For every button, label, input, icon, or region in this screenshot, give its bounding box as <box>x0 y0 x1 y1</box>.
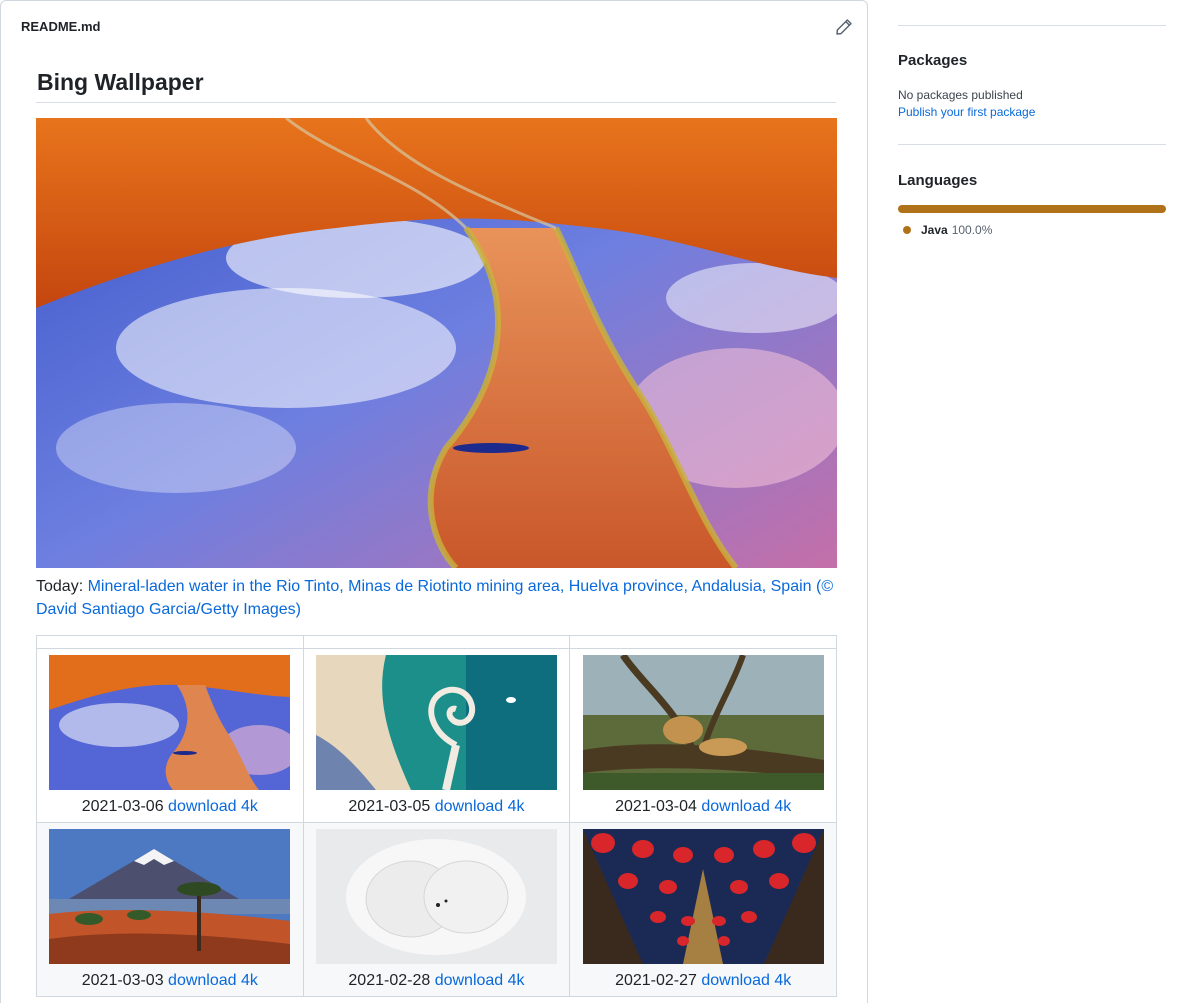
wallpaper-cell: 2021-02-28 download 4k <box>302 822 571 997</box>
title-divider <box>36 102 836 103</box>
table-header-cell <box>36 635 304 649</box>
wallpaper-thumbnail[interactable] <box>315 829 557 964</box>
table-header-cell <box>569 635 837 649</box>
language-item-java[interactable]: Java 100.0% <box>903 223 992 237</box>
download-4k-link[interactable]: download 4k <box>435 972 525 989</box>
caption-link[interactable]: Mineral-laden water in the Rio Tinto, Mi… <box>36 578 833 618</box>
sidebar-divider <box>898 144 1166 145</box>
wallpaper-date: 2021-03-03 <box>81 972 169 989</box>
wallpaper-cell: 2021-03-04 download 4k <box>569 648 837 823</box>
wallpaper-table: 2021-03-06 download 4k 2021-03-05 downlo… <box>36 635 837 997</box>
wallpaper-caption: Today: Mineral-laden water in the Rio Ti… <box>36 575 836 621</box>
table-row: 2021-03-06 download 4k 2021-03-05 downlo… <box>36 648 837 823</box>
packages-heading[interactable]: Packages <box>898 52 967 69</box>
publish-package-link[interactable]: Publish your first package <box>898 105 1035 119</box>
language-name: Java <box>921 223 948 237</box>
wallpaper-thumbnail[interactable] <box>49 655 291 790</box>
download-4k-link[interactable]: download 4k <box>701 798 791 815</box>
packages-empty-text: No packages published <box>898 88 1023 102</box>
download-4k-link[interactable]: download 4k <box>168 972 258 989</box>
wallpaper-date: 2021-02-28 <box>348 972 435 989</box>
wallpaper-thumbnail[interactable] <box>315 655 557 790</box>
wallpaper-date: 2021-03-06 <box>81 798 169 815</box>
download-4k-link[interactable]: download 4k <box>701 972 791 989</box>
table-header-row <box>36 635 837 649</box>
download-4k-link[interactable]: download 4k <box>168 798 258 815</box>
table-row: 2021-03-03 download 4k 2021-02-28 downlo… <box>36 822 837 997</box>
wallpaper-thumbnail[interactable] <box>582 829 824 964</box>
wallpaper-cell: 2021-02-27 download 4k <box>569 822 837 997</box>
wallpaper-date: 2021-03-04 <box>615 798 702 815</box>
readme-title: Bing Wallpaper <box>37 69 204 95</box>
wallpaper-cell: 2021-03-06 download 4k <box>36 648 304 823</box>
wallpaper-thumbnail[interactable] <box>49 829 291 964</box>
download-4k-link[interactable]: download 4k <box>435 798 525 815</box>
language-bar <box>898 205 1166 213</box>
language-percent: 100.0% <box>951 223 993 237</box>
wallpaper-date: 2021-03-05 <box>348 798 435 815</box>
caption-prefix: Today: <box>36 578 88 595</box>
wallpaper-cell: 2021-03-03 download 4k <box>36 822 304 997</box>
language-color-dot <box>903 226 911 234</box>
languages-heading: Languages <box>898 172 978 189</box>
readme-filename: README.md <box>21 19 101 34</box>
sidebar-divider <box>898 25 1166 26</box>
wallpaper-cell: 2021-03-05 download 4k <box>302 648 571 823</box>
pencil-icon[interactable] <box>835 18 853 36</box>
table-header-cell <box>302 635 571 649</box>
wallpaper-date: 2021-02-27 <box>615 972 702 989</box>
wallpaper-thumbnail[interactable] <box>582 655 824 790</box>
hero-wallpaper-image[interactable] <box>36 118 837 568</box>
